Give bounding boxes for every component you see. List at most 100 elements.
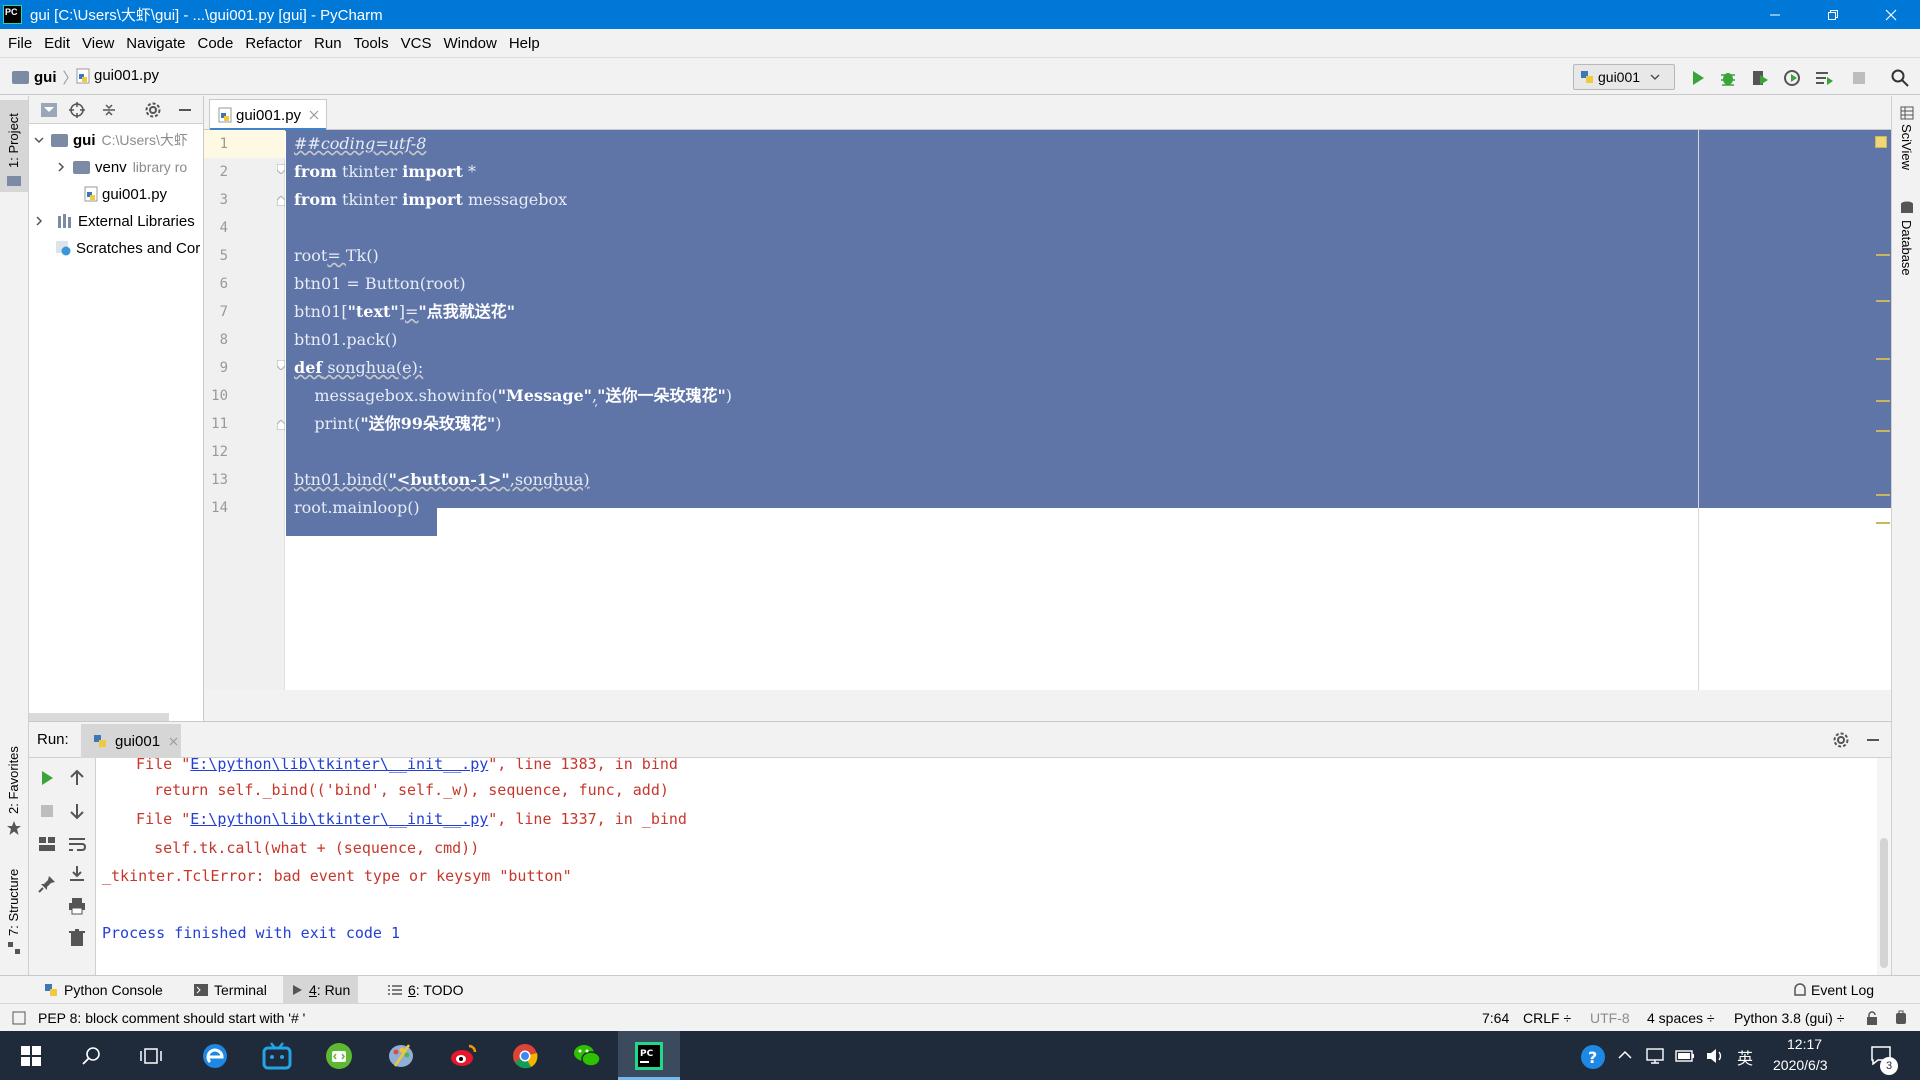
volume-icon[interactable] [1705,1047,1725,1065]
tree-item-gui001[interactable]: gui001.py [84,182,202,206]
lock-icon[interactable] [1866,1011,1878,1025]
menu-file[interactable]: File [2,35,38,52]
tab-event-log[interactable]: Event Log [1785,976,1882,1004]
run-tab-gui001[interactable]: gui001 [81,724,181,758]
arrow-down-icon[interactable] [67,801,87,821]
cursor-position[interactable]: 7:64 [1482,1010,1509,1026]
file-encoding[interactable]: UTF-8 [1590,1010,1630,1026]
trash-icon[interactable] [67,928,87,948]
tab-terminal[interactable]: Terminal [186,976,275,1004]
gear-icon[interactable] [1833,732,1849,748]
warning-marker[interactable] [1876,494,1890,496]
run-icon[interactable] [1688,68,1708,88]
print-icon[interactable] [67,896,87,916]
console-scroll-thumb[interactable] [1880,838,1888,968]
chevron-up-icon[interactable] [1618,1049,1632,1061]
task-view-button[interactable] [120,1031,182,1080]
breadcrumb-project[interactable]: gui 〉 [12,67,84,88]
warning-marker[interactable] [1876,300,1890,302]
hide-panel-icon[interactable] [177,102,193,118]
clock-date[interactable]: 2020/6/3 [1773,1057,1828,1073]
taskbar-code-editor[interactable] [308,1031,370,1080]
stop-icon[interactable] [1849,68,1869,88]
menu-refactor[interactable]: Refactor [239,35,308,52]
pin-icon[interactable] [37,874,57,894]
structure-tool-tab[interactable]: 7: Structure [6,869,21,936]
database-tool-tab[interactable]: Database [1899,220,1914,276]
menu-run[interactable]: Run [308,35,348,52]
taskbar-wechat[interactable] [556,1031,618,1080]
menu-help[interactable]: Help [503,35,546,52]
taskbar-chrome[interactable] [494,1031,556,1080]
indent-setting[interactable]: 4 spaces ÷ [1647,1010,1715,1026]
menu-window[interactable]: Window [437,35,502,52]
menu-code[interactable]: Code [191,35,239,52]
locate-icon[interactable] [69,102,85,118]
status-toggle-icon[interactable] [12,1011,26,1025]
console-link[interactable]: E:\python\lib\tkinter\__init__.py [190,810,488,828]
clock-time[interactable]: 12:17 [1787,1036,1822,1052]
soft-wrap-icon[interactable] [67,834,87,854]
taskbar-weibo[interactable] [432,1031,494,1080]
warning-marker[interactable] [1876,430,1890,432]
fold-icon[interactable] [277,196,285,206]
collapse-all-icon[interactable] [101,102,117,118]
layout-icon[interactable] [37,834,57,854]
close-button[interactable] [1862,0,1920,29]
view-mode-icon[interactable] [41,103,57,117]
gear-icon[interactable] [145,102,161,118]
favorites-tool-tab[interactable]: 2: Favorites [6,746,21,814]
rerun-icon[interactable] [37,768,57,788]
line-separator[interactable]: CRLF ÷ [1523,1010,1571,1026]
menu-view[interactable]: View [76,35,120,52]
tab-run[interactable]: 4: Run [283,976,359,1004]
run-concurrency-icon[interactable] [1814,68,1834,88]
taskbar-pycharm[interactable]: PC [618,1031,680,1080]
menu-edit[interactable]: Edit [38,35,76,52]
fold-icon[interactable] [277,360,285,370]
search-icon[interactable] [1890,68,1910,88]
close-icon[interactable] [309,110,319,120]
start-button[interactable] [0,1031,62,1080]
console-scrollbar[interactable] [1877,758,1891,976]
scroll-to-end-icon[interactable] [67,864,87,884]
profile-icon[interactable] [1782,68,1802,88]
run-configuration-select[interactable]: gui001 [1573,64,1675,90]
tab-todo[interactable]: 6: TODO [380,976,472,1004]
taskbar-edge[interactable] [184,1031,246,1080]
warning-marker[interactable] [1876,358,1890,360]
tab-python-console[interactable]: Python Console [36,976,171,1004]
breadcrumb-file[interactable]: gui001.py [76,67,159,84]
horizontal-scrollbar[interactable] [29,713,169,721]
fold-icon[interactable] [277,420,285,430]
help-icon[interactable]: ? [1580,1044,1606,1070]
editor-tab-gui001[interactable]: gui001.py [209,99,327,131]
fold-icon[interactable] [277,164,285,174]
debug-icon[interactable] [1718,68,1738,88]
console-link[interactable]: E:\python\lib\tkinter\__init__.py [190,758,488,773]
menu-navigate[interactable]: Navigate [120,35,191,52]
coverage-icon[interactable] [1750,68,1770,88]
network-icon[interactable] [1645,1047,1665,1065]
tree-item-scratches[interactable]: Scratches and Cor [55,236,203,260]
stop-icon[interactable] [37,801,57,821]
tree-item-gui[interactable]: gui C:\Users\大虾 [33,128,203,152]
ime-indicator[interactable]: 英 [1737,1045,1753,1069]
inspector-icon[interactable] [1894,1010,1908,1026]
code-area[interactable]: ##coding=utf-8 from tkinter import * fro… [286,130,1891,690]
console-output[interactable]: File "E:\python\lib\tkinter\__init__.py"… [96,758,1891,976]
battery-icon[interactable] [1675,1048,1695,1064]
arrow-up-icon[interactable] [67,768,87,788]
tree-item-external-libraries[interactable]: External Libraries [33,209,203,233]
minimize-button[interactable] [1746,0,1804,29]
warning-indicator-icon[interactable] [1875,136,1887,148]
warning-marker[interactable] [1876,254,1890,256]
restore-button[interactable] [1804,0,1862,29]
menu-vcs[interactable]: VCS [395,35,438,52]
warning-marker[interactable] [1876,522,1890,524]
python-interpreter[interactable]: Python 3.8 (gui) ÷ [1734,1010,1844,1026]
sciview-tool-tab[interactable]: SciView [1899,124,1914,170]
taskbar-paint-app[interactable] [370,1031,432,1080]
tree-item-venv[interactable]: venv library ro [55,155,203,179]
close-icon[interactable] [169,737,178,746]
